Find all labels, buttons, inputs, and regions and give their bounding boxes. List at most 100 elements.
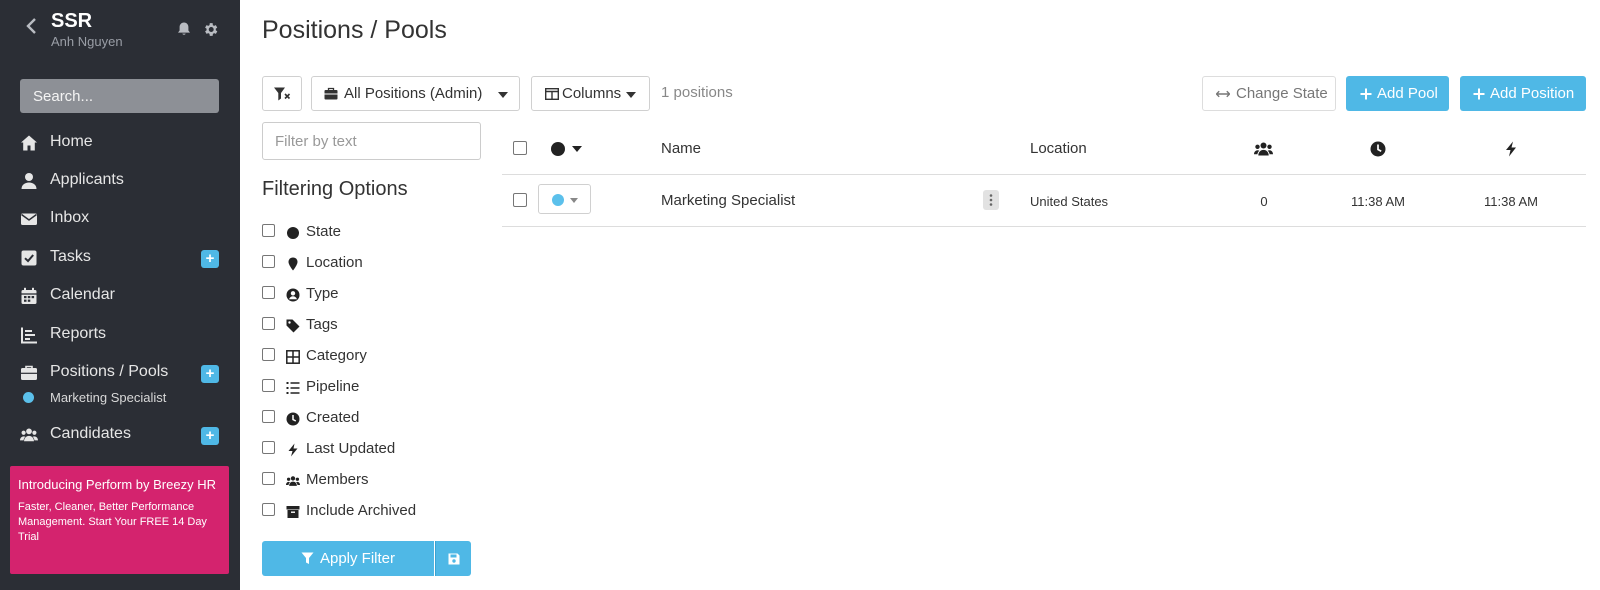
sidebar-subitem-position[interactable]: Marketing Specialist <box>0 388 240 408</box>
row-actions-button[interactable] <box>983 190 999 210</box>
add-position-label: Add Position <box>1490 85 1575 102</box>
position-created-time: 11:38 AM <box>1351 194 1405 209</box>
change-state-label: Change State <box>1236 85 1328 102</box>
columns-dropdown-label: Columns <box>562 85 622 102</box>
add-pool-button[interactable]: Add Pool <box>1346 76 1449 111</box>
filter-checkbox[interactable] <box>262 348 275 361</box>
add-candidate-button[interactable]: + <box>201 427 219 445</box>
sidebar-item-home[interactable]: Home <box>0 126 240 160</box>
filter-option-last-updated: Last Updated <box>262 439 482 463</box>
filter-option-label: Pipeline <box>306 378 360 395</box>
filter-option-label: Members <box>306 471 369 488</box>
sidebar-item-calendar[interactable]: Calendar <box>0 279 240 313</box>
sidebar: SSR Anh Nguyen Home Applicants Inbox Tas… <box>0 0 240 590</box>
circle-icon <box>287 227 299 239</box>
sidebar-item-label: Inbox <box>50 209 90 226</box>
apply-filter-button[interactable]: Apply Filter <box>262 541 434 576</box>
filter-option-label: Include Archived <box>306 502 417 519</box>
filter-checkbox[interactable] <box>262 286 275 299</box>
users-icon <box>286 476 300 486</box>
position-members-count: 0 <box>1260 194 1268 209</box>
filter-checkbox[interactable] <box>262 224 275 237</box>
sidebar-item-applicants[interactable]: Applicants <box>0 164 240 198</box>
position-updated-time: 11:38 AM <box>1484 194 1538 209</box>
bell-icon[interactable] <box>176 21 192 37</box>
filter-checkbox[interactable] <box>262 317 275 330</box>
state-sort-control[interactable] <box>550 141 584 157</box>
sidebar-item-label: Applicants <box>50 171 124 188</box>
filter-option-label: State <box>306 223 342 240</box>
add-pool-label: Add Pool <box>1377 85 1438 102</box>
sidebar-header: SSR Anh Nguyen <box>0 0 240 80</box>
add-position-pool-button[interactable]: + <box>201 365 219 383</box>
clock-icon <box>286 412 300 426</box>
envelope-icon <box>21 213 37 225</box>
caret-down-icon <box>570 198 578 203</box>
filtering-options-title: Filtering Options <box>262 178 408 200</box>
filter-option-label: Category <box>306 347 367 364</box>
sidebar-item-reports[interactable]: Reports <box>0 318 240 352</box>
list-icon <box>286 382 300 394</box>
briefcase-icon <box>324 87 338 100</box>
chevron-left-icon[interactable] <box>22 16 42 36</box>
clear-filter-button[interactable] <box>262 76 302 111</box>
filter-option-label: Tags <box>306 316 338 333</box>
select-all-checkbox[interactable] <box>513 141 527 155</box>
state-dot-icon <box>23 392 34 403</box>
add-task-button[interactable]: + <box>201 250 219 268</box>
positions-dropdown[interactable]: All Positions (Admin) <box>311 76 520 111</box>
filter-option-pipeline: Pipeline <box>262 377 482 401</box>
user-icon <box>21 173 37 189</box>
promo-banner[interactable]: Introducing Perform by Breezy HR Faster,… <box>10 466 229 574</box>
columns-icon <box>545 87 559 100</box>
sidebar-subitem-label: Marketing Specialist <box>50 390 167 405</box>
checkbox-icon <box>21 250 37 266</box>
filter-checkbox[interactable] <box>262 255 275 268</box>
columns-dropdown[interactable]: Columns <box>531 76 650 111</box>
gear-icon[interactable] <box>202 21 219 38</box>
sidebar-item-positions-pools[interactable]: Positions / Pools + <box>0 356 240 390</box>
filter-checkbox[interactable] <box>262 410 275 423</box>
circle-icon <box>551 142 565 156</box>
add-position-button[interactable]: Add Position <box>1460 76 1586 111</box>
table-row[interactable]: Marketing Specialist United States 0 11:… <box>502 176 1586 227</box>
sidebar-item-label: Candidates <box>50 425 131 442</box>
tag-icon <box>286 319 300 333</box>
save-filter-button[interactable] <box>435 541 471 576</box>
sidebar-item-label: Positions / Pools <box>50 363 169 380</box>
caret-down-icon <box>572 146 582 152</box>
sidebar-search-input[interactable] <box>20 79 219 113</box>
positions-dropdown-label: All Positions (Admin) <box>344 85 483 102</box>
position-location: United States <box>1030 194 1109 209</box>
filter-checkbox[interactable] <box>262 441 275 454</box>
sidebar-item-label: Home <box>50 133 93 150</box>
state-dot-icon <box>552 194 564 206</box>
filter-checkbox[interactable] <box>262 379 275 392</box>
archive-icon <box>286 506 300 518</box>
home-icon <box>21 135 37 151</box>
row-checkbox[interactable] <box>513 193 527 207</box>
sidebar-item-inbox[interactable]: Inbox <box>0 202 240 236</box>
column-header-name[interactable]: Name <box>661 140 701 157</box>
grid-icon <box>286 350 300 364</box>
state-dropdown[interactable] <box>538 184 591 214</box>
filter-option-tags: Tags <box>262 315 482 339</box>
change-state-button[interactable]: Change State <box>1202 76 1336 111</box>
clock-icon[interactable] <box>1370 141 1386 157</box>
table-header: Name Location <box>502 124 1586 175</box>
filter-checkbox[interactable] <box>262 472 275 485</box>
sidebar-item-tasks[interactable]: Tasks + <box>0 241 240 275</box>
column-header-location[interactable]: Location <box>1030 140 1087 157</box>
calendar-icon <box>21 287 37 304</box>
briefcase-icon <box>21 365 37 380</box>
filter-text-input[interactable] <box>262 122 481 160</box>
bolt-icon[interactable] <box>1504 141 1518 157</box>
position-name-link[interactable]: Marketing Specialist <box>661 192 795 209</box>
filter-option-label: Last Updated <box>306 440 396 457</box>
caret-down-icon <box>626 92 636 98</box>
users-icon[interactable] <box>1254 141 1273 157</box>
bar-chart-icon <box>21 327 37 344</box>
sidebar-item-candidates[interactable]: Candidates + <box>0 418 240 452</box>
filter-checkbox[interactable] <box>262 503 275 516</box>
user-name: Anh Nguyen <box>51 34 123 49</box>
